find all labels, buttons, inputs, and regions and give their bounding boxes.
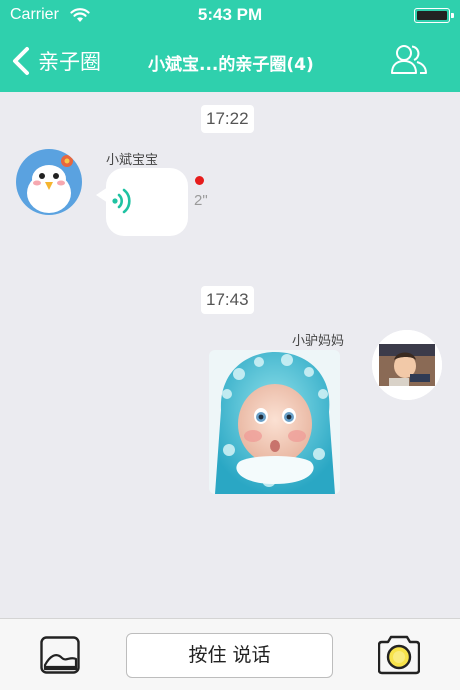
photo-message[interactable] xyxy=(209,350,340,494)
back-label: 亲子圈 xyxy=(38,50,101,74)
chevron-left-icon xyxy=(13,47,29,75)
timestamp: 17:43 xyxy=(201,286,254,314)
timestamp: 17:22 xyxy=(201,105,254,133)
child-avatar-image xyxy=(372,330,442,400)
camera-icon[interactable] xyxy=(378,633,420,675)
avatar[interactable] xyxy=(372,330,442,400)
image-icon[interactable] xyxy=(40,636,80,674)
back-button[interactable]: 亲子圈 xyxy=(10,44,101,78)
bird-avatar-image xyxy=(16,149,82,215)
sound-wave-icon xyxy=(112,188,131,214)
sender-name: 小驴妈妈 xyxy=(292,334,345,349)
sender-name: 小斌宝宝 xyxy=(106,153,159,168)
avatar[interactable] xyxy=(16,149,82,215)
hold-to-talk-button[interactable]: 按住 说话 xyxy=(126,633,333,678)
people-icon[interactable] xyxy=(390,42,428,76)
nav-bar: 亲子圈 小斌宝...的亲子圈(4) xyxy=(0,30,460,92)
chat-area[interactable]: 17:22 小斌宝宝 2" 17:43 小驴妈妈 xyxy=(0,92,460,618)
unread-dot xyxy=(195,176,204,185)
voice-duration: 2" xyxy=(194,192,208,209)
voice-message-bubble[interactable] xyxy=(106,168,188,236)
bottom-toolbar: 按住 说话 xyxy=(0,618,460,690)
status-time: 5:43 PM xyxy=(197,5,263,24)
status-bar: Carrier 5:43 PM xyxy=(0,0,460,30)
baby-photo-image xyxy=(209,350,340,494)
header: Carrier 5:43 PM 亲子圈 小斌宝...的亲子圈(4) xyxy=(0,0,460,92)
page-title: 小斌宝...的亲子圈(4) xyxy=(148,55,314,75)
battery-icon xyxy=(414,8,454,23)
